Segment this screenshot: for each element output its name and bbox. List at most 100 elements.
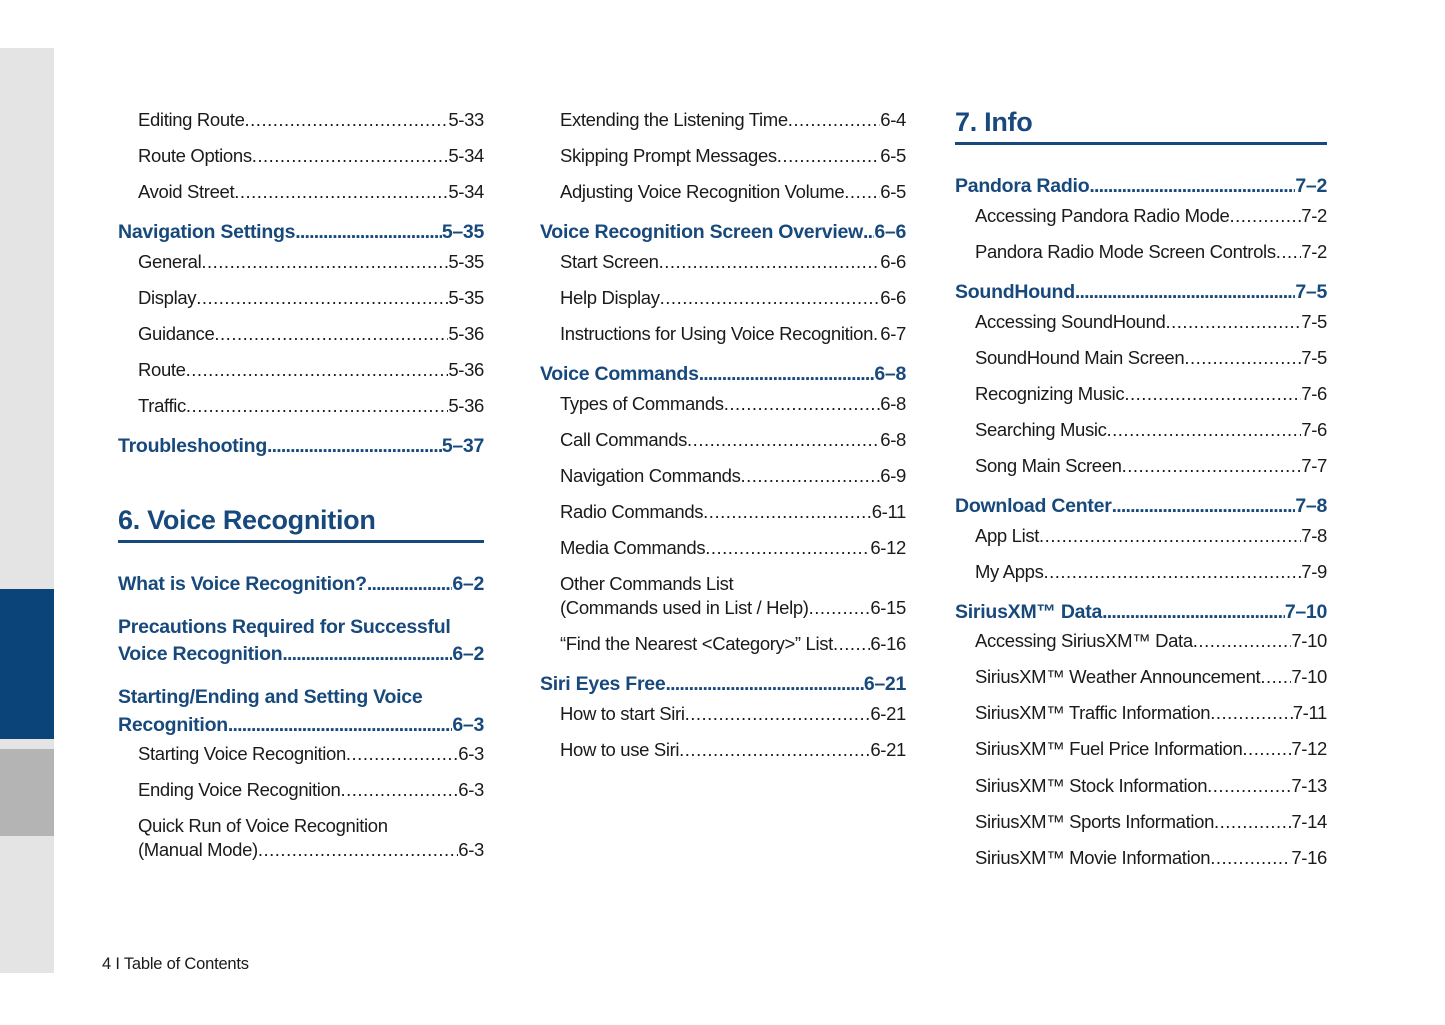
leader-dots: ........................................… <box>1039 524 1301 546</box>
toc-entry-download-center[interactable]: Download Center.........................… <box>955 493 1327 521</box>
toc-entry-searching-music[interactable]: Searching Music.........................… <box>975 418 1327 442</box>
leader-dots: ........................................… <box>185 395 448 417</box>
leader-dots: ........................................… <box>227 713 452 736</box>
chapter-heading-7-info[interactable]: 7. Info <box>955 107 1327 146</box>
toc-entry-navigation-commands[interactable]: Navigation Commands.....................… <box>560 464 906 488</box>
toc-entry-media-commands[interactable]: Media Commands..........................… <box>560 536 906 560</box>
toc-entry-page: 7-10 <box>1291 630 1327 652</box>
leader-dots: ........................................… <box>684 702 871 724</box>
leader-dots: ........................................… <box>345 743 459 765</box>
toc-entry-page: 7-6 <box>1301 382 1327 404</box>
toc-entry-siriusxm-traffic-information[interactable]: SiriusXM™ Traffic Information...........… <box>975 701 1327 725</box>
toc-entry-page: 6-3 <box>458 839 484 861</box>
toc-entry-song-main-screen[interactable]: Song Main Screen........................… <box>975 454 1327 478</box>
toc-entry-accessing-siriusxm-data[interactable]: Accessing SiriusXM™ Data................… <box>975 629 1327 653</box>
toc-entry-siri-eyes-free[interactable]: Siri Eyes Free..........................… <box>540 671 906 699</box>
toc-entry-pandora-radio[interactable]: Pandora Radio...........................… <box>955 173 1327 201</box>
toc-entry-start-screen[interactable]: Start Screen............................… <box>560 250 906 274</box>
toc-entry-skipping-prompt-messages[interactable]: Skipping Prompt Messages................… <box>560 144 906 168</box>
leader-dots: ........................................… <box>1111 494 1296 517</box>
toc-entry-radio-commands[interactable]: Radio Commands..........................… <box>560 500 906 524</box>
toc-entry-display[interactable]: Display.................................… <box>138 286 484 310</box>
toc-entry-pandora-radio-mode-screen-controls[interactable]: Pandora Radio Mode Screen Controls......… <box>975 240 1327 264</box>
toc-entry-title: Start Screen <box>560 250 659 272</box>
toc-entry-siriusxm-weather-announcement[interactable]: SiriusXM™ Weather Announcement..........… <box>975 665 1327 689</box>
leader-dots: ........................................… <box>1210 846 1292 868</box>
toc-entry-ending-voice-recognition[interactable]: Ending Voice Recognition................… <box>138 778 484 802</box>
toc-column-1: Editing Route...........................… <box>118 108 484 875</box>
toc-entry-how-to-use-siri[interactable]: How to use Siri.........................… <box>560 738 906 762</box>
toc-entry-page: 6–21 <box>863 673 906 696</box>
toc-entry-siriusxm-sports-information[interactable]: SiriusXM™ Sports Information............… <box>975 810 1327 834</box>
toc-entry-title: Media Commands <box>560 536 706 558</box>
toc-entry-page: 5-35 <box>448 250 484 272</box>
toc-entry-page: 7-2 <box>1301 240 1327 262</box>
leader-dots: ........................................… <box>1207 774 1292 796</box>
toc-entry-page: 6–8 <box>874 362 906 385</box>
toc-entry-title: Extending the Listening Time <box>560 109 788 130</box>
toc-entry-find-the-nearest-category-list[interactable]: “Find the Nearest <Category>” List......… <box>560 632 906 656</box>
toc-entry-app-list[interactable]: App List................................… <box>975 524 1327 548</box>
toc-entry-page: 7-16 <box>1291 846 1327 868</box>
toc-entry-call-commands[interactable]: Call Commands...........................… <box>560 428 906 452</box>
toc-entry-manual-mode[interactable]: Quick Run of Voice Recognition (Manual Mo… <box>138 814 484 862</box>
toc-entry-extending-the-listening-time[interactable]: Extending the Listening Time............… <box>560 108 906 132</box>
toc-entry-siriusxm-stock-information[interactable]: SiriusXM™ Stock Information.............… <box>975 774 1327 798</box>
toc-entry-page: 6-16 <box>870 632 906 654</box>
toc-entry-page: 6-3 <box>458 779 484 801</box>
toc-entry-title: SiriusXM™ Fuel Price Information <box>975 738 1243 760</box>
toc-entry-siriusxm-movie-information[interactable]: SiriusXM™ Movie Information.............… <box>975 846 1327 870</box>
toc-entry-my-apps[interactable]: My Apps.................................… <box>975 560 1327 584</box>
toc-entry-adjusting-voice-recognition-volume[interactable]: Adjusting Voice Recognition Volume......… <box>560 180 906 204</box>
leader-dots: ........................................… <box>1121 454 1302 476</box>
toc-entry-editing-route[interactable]: Editing Route...........................… <box>138 108 484 132</box>
toc-entry-troubleshooting[interactable]: Troubleshooting.........................… <box>118 433 484 461</box>
toc-entry-guidance[interactable]: Guidance................................… <box>138 322 484 346</box>
toc-entry-recognizing-music[interactable]: Recognizing Music.......................… <box>975 382 1327 406</box>
toc-entry-commands-used-in-list-help[interactable]: Other Commands List (Commands used in Lis… <box>560 572 906 620</box>
toc-entry-title: Pandora Radio <box>955 175 1090 198</box>
toc-entry-title: Voice Commands <box>540 362 699 385</box>
leader-dots: ........................................… <box>1229 204 1302 226</box>
toc-entry-siriusxm-data[interactable]: SiriusXM™ Data..........................… <box>955 599 1327 627</box>
toc-entry-traffic[interactable]: Traffic.................................… <box>138 394 484 418</box>
toc-entry-page: 6–2 <box>452 572 484 595</box>
leader-dots: ........................................… <box>698 362 875 385</box>
toc-entry-help-display[interactable]: Help Display............................… <box>560 286 906 310</box>
leader-dots: ........................................… <box>244 109 449 130</box>
toc-entry-soundhound-main-screen[interactable]: SoundHound Main Screen..................… <box>975 346 1327 370</box>
toc-entry-voice-recognition-screen-overview[interactable]: Voice Recognition Screen Overview.......… <box>540 219 906 247</box>
chapter-heading-6-voice-recognition[interactable]: 6. Voice Recognition <box>118 505 484 543</box>
toc-entry-avoid-street[interactable]: Avoid Street............................… <box>138 180 484 204</box>
toc-entry-title: Editing Route <box>138 109 245 130</box>
leader-dots: ........................................… <box>234 181 449 203</box>
toc-entry-route[interactable]: Route...................................… <box>138 358 484 382</box>
chapter-spacer <box>118 543 484 556</box>
leader-dots: ........................................… <box>1184 346 1301 368</box>
toc-entry-title: Recognizing Music <box>975 382 1125 404</box>
toc-entry-instructions-for-using-voice-recognition[interactable]: Instructions for Using Voice Recognition… <box>560 322 906 346</box>
toc-entry-accessing-pandora-radio-mode[interactable]: Accessing Pandora Radio Mode............… <box>975 204 1327 228</box>
toc-entry-route-options[interactable]: Route Options...........................… <box>138 144 484 168</box>
toc-entry-navigation-settings[interactable]: Navigation Settings.....................… <box>118 219 484 247</box>
toc-entry-what-is-voice-recognition[interactable]: What is Voice Recognition?..............… <box>118 571 484 599</box>
leader-dots: ........................................… <box>1192 630 1292 652</box>
toc-entry-how-to-start-siri[interactable]: How to start Siri.......................… <box>560 702 906 726</box>
toc-entry-voice-recognition[interactable]: Precautions Required for Successful Voice… <box>118 614 484 669</box>
toc-entry-voice-commands[interactable]: Voice Commands..........................… <box>540 361 906 389</box>
toc-entry-page: 7-12 <box>1291 738 1327 760</box>
leader-dots: ........................................… <box>723 392 881 414</box>
toc-entry-recognition[interactable]: Starting/Ending and Setting Voice Recogni… <box>118 684 484 739</box>
toc-entry-title: SiriusXM™ Weather Announcement <box>975 666 1261 688</box>
toc-entry-soundhound[interactable]: SoundHound..............................… <box>955 279 1327 307</box>
toc-entry-types-of-commands[interactable]: Types of Commands.......................… <box>560 392 906 416</box>
leader-dots: ........................................… <box>1165 310 1301 332</box>
toc-entry-page: 5-36 <box>448 395 484 417</box>
toc-entry-siriusxm-fuel-price-information[interactable]: SiriusXM™ Fuel Price Information........… <box>975 737 1327 761</box>
toc-entry-page: 7-2 <box>1301 204 1327 226</box>
toc-entry-starting-voice-recognition[interactable]: Starting Voice Recognition..............… <box>138 742 484 766</box>
toc-entry-general[interactable]: General.................................… <box>138 250 484 274</box>
toc-entry-title: Navigation Settings <box>118 221 296 244</box>
toc-entry-accessing-soundhound[interactable]: Accessing SoundHound....................… <box>975 310 1327 334</box>
leader-dots: ........................................… <box>201 250 449 272</box>
